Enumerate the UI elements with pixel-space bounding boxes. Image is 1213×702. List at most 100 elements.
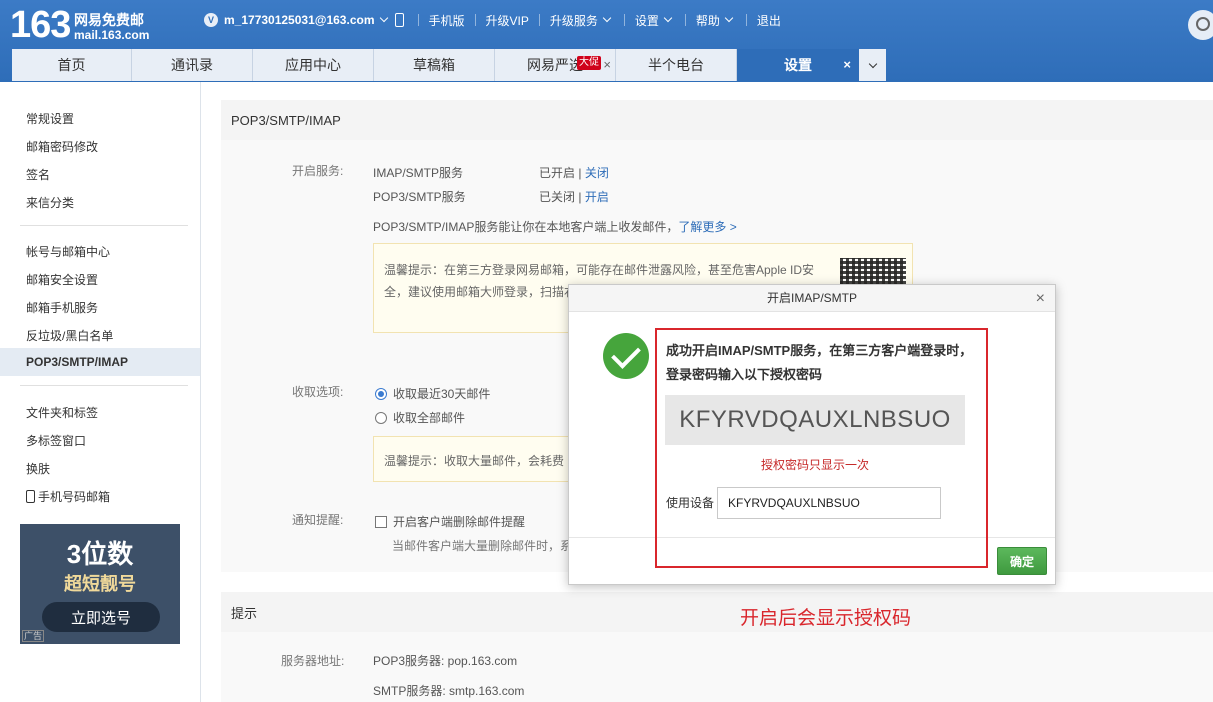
- sidebar-item-general[interactable]: 常规设置: [26, 110, 74, 127]
- confirm-button[interactable]: 确定: [997, 547, 1047, 575]
- nav-logout[interactable]: 退出: [757, 12, 781, 29]
- tab-radio[interactable]: 半个电台: [616, 49, 737, 81]
- divider: [684, 14, 686, 26]
- pop3-open-link[interactable]: 开启: [585, 190, 609, 204]
- divider: [474, 14, 476, 26]
- hint-panel: 服务器地址: POP3服务器: pop.163.com SMTP服务器: smt…: [221, 632, 1213, 702]
- tab-label: 首页: [57, 57, 86, 73]
- tab-yanxuan[interactable]: 网易严选 大促 ×: [495, 49, 616, 81]
- divider: [538, 14, 540, 26]
- receive-tip-box: 温馨提示：收取大量邮件，会耗费: [373, 436, 593, 482]
- imap-service-status: 已开启 | 关闭: [539, 164, 609, 181]
- account-name[interactable]: m_17730125031@163.com: [224, 13, 375, 27]
- sidebar-item-mail-rules[interactable]: 来信分类: [26, 194, 74, 211]
- logo-text: 网易免费邮: [74, 12, 144, 28]
- nav-settings[interactable]: 设置: [635, 12, 659, 29]
- close-icon[interactable]: ×: [843, 57, 851, 72]
- radio-selected-icon[interactable]: [375, 388, 387, 400]
- ad-tag: 广告: [22, 630, 45, 642]
- nav-help[interactable]: 帮助: [696, 12, 720, 29]
- sidebar-item-multi-tab[interactable]: 多标签窗口: [26, 432, 86, 449]
- divider: [623, 14, 625, 26]
- tab-label: 半个电台: [648, 57, 704, 73]
- imap-close-link[interactable]: 关闭: [585, 166, 609, 180]
- sidebar-item-signature[interactable]: 签名: [26, 166, 50, 183]
- status-text: 已开启: [539, 166, 576, 180]
- ad-banner[interactable]: 3位数 超短靓号 立即选号 广告: [20, 524, 180, 644]
- chevron-down-icon[interactable]: [724, 13, 734, 23]
- sidebar-item-phone-mail[interactable]: 手机号码邮箱: [26, 488, 110, 505]
- ad-headline: 3位数: [66, 539, 134, 569]
- tab-settings[interactable]: 设置 ×: [737, 49, 859, 81]
- notify-delete-option[interactable]: 开启客户端删除邮件提醒: [375, 513, 525, 530]
- checkbox-icon[interactable]: [375, 516, 387, 528]
- search-icon[interactable]: [1188, 10, 1213, 40]
- receive-tip: 温馨提示：收取大量邮件，会耗费: [384, 454, 565, 468]
- description-text: POP3/SMTP/IMAP服务能让你在本地客户端上收发邮件，: [373, 220, 679, 234]
- sidebar: 常规设置 邮箱密码修改 签名 来信分类 帐号与邮箱中心 邮箱安全设置 邮箱手机服…: [0, 82, 201, 702]
- option-label: 开启客户端删除邮件提醒: [393, 515, 526, 529]
- phone-icon: [26, 490, 35, 503]
- section-title: POP3/SMTP/IMAP: [221, 100, 1213, 140]
- logo-domain: mail.163.com: [74, 28, 150, 42]
- close-icon[interactable]: ×: [1036, 285, 1045, 312]
- tab-more-button[interactable]: [859, 49, 886, 81]
- receive-all-option[interactable]: 收取全部邮件: [375, 409, 465, 426]
- logo-number: 163: [10, 4, 71, 46]
- sidebar-item-folders[interactable]: 文件夹和标签: [26, 404, 98, 421]
- divider: [20, 385, 188, 386]
- notify-description: 当邮件客户端大量删除邮件时，系: [392, 539, 573, 553]
- nav-upgrade-vip[interactable]: 升级VIP: [486, 12, 529, 29]
- sidebar-item-label: 手机号码邮箱: [38, 490, 111, 504]
- highlight-frame: [655, 328, 988, 568]
- top-nav: V m_17730125031@163.com 手机版 升级VIP 升级服务 设…: [204, 11, 781, 29]
- chevron-down-icon: [868, 59, 877, 68]
- tab-label: 设置: [784, 57, 812, 73]
- receive-recent-option[interactable]: 收取最近30天邮件: [375, 385, 490, 402]
- tab-bar: 首页 通讯录 应用中心 草稿箱 网易严选 大促 × 半个电台 设置 ×: [12, 49, 886, 81]
- chevron-down-icon[interactable]: [379, 13, 388, 23]
- enable-service-label: 开启服务:: [292, 164, 344, 178]
- nav-upgrade-service[interactable]: 升级服务: [550, 12, 598, 29]
- pop3-server: POP3服务器: pop.163.com: [373, 654, 518, 668]
- sidebar-item-security[interactable]: 邮箱安全设置: [26, 271, 98, 288]
- sidebar-item-skin[interactable]: 换肤: [26, 460, 50, 477]
- divider: [745, 14, 747, 26]
- tab-contacts[interactable]: 通讯录: [132, 49, 253, 81]
- tab-label: 应用中心: [285, 57, 341, 73]
- sidebar-item-pop3[interactable]: POP3/SMTP/IMAP: [26, 355, 128, 369]
- status-text: 已关闭: [539, 190, 576, 204]
- vip-badge-icon: V: [204, 13, 218, 27]
- chevron-down-icon[interactable]: [602, 13, 612, 23]
- service-description: POP3/SMTP/IMAP服务能让你在本地客户端上收发邮件，了解更多 >: [373, 218, 737, 235]
- dialog-title-bar[interactable]: 开启IMAP/SMTP ×: [569, 285, 1055, 312]
- top-header: 163 网易免费邮 mail.163.com V m_17730125031@1…: [0, 0, 1213, 82]
- tab-label: 网易严选: [527, 57, 583, 73]
- tab-label: 通讯录: [171, 57, 213, 73]
- pop3-service-status: 已关闭 | 开启: [539, 188, 609, 205]
- separator: |: [578, 166, 582, 180]
- sidebar-item-account-center[interactable]: 帐号与邮箱中心: [26, 243, 110, 260]
- tab-app-center[interactable]: 应用中心: [253, 49, 374, 81]
- notify-label: 通知提醒:: [292, 513, 344, 527]
- sidebar-item-spam[interactable]: 反垃圾/黑白名单: [26, 327, 113, 344]
- annotation-text: 开启后会显示授权码: [740, 608, 912, 629]
- tab-drafts[interactable]: 草稿箱: [374, 49, 495, 81]
- chevron-down-icon[interactable]: [663, 13, 673, 23]
- ad-select-button[interactable]: 立即选号: [42, 602, 160, 632]
- sidebar-item-password[interactable]: 邮箱密码修改: [26, 138, 98, 155]
- tab-home[interactable]: 首页: [12, 49, 132, 81]
- ad-subline: 超短靓号: [64, 574, 136, 594]
- hint-section-title: 提示: [221, 592, 1213, 632]
- nav-mobile[interactable]: 手机版: [429, 12, 465, 29]
- server-address-label: 服务器地址:: [281, 654, 345, 668]
- learn-more-link[interactable]: 了解更多 >: [678, 220, 736, 234]
- option-label: 收取全部邮件: [393, 411, 466, 425]
- close-icon[interactable]: ×: [603, 57, 611, 72]
- success-check-icon: [603, 333, 649, 379]
- divider: [20, 225, 188, 226]
- smtp-server: SMTP服务器: smtp.163.com: [373, 684, 525, 698]
- radio-icon[interactable]: [375, 412, 387, 424]
- sidebar-item-phone-service[interactable]: 邮箱手机服务: [26, 299, 98, 316]
- phone-icon[interactable]: [394, 13, 404, 27]
